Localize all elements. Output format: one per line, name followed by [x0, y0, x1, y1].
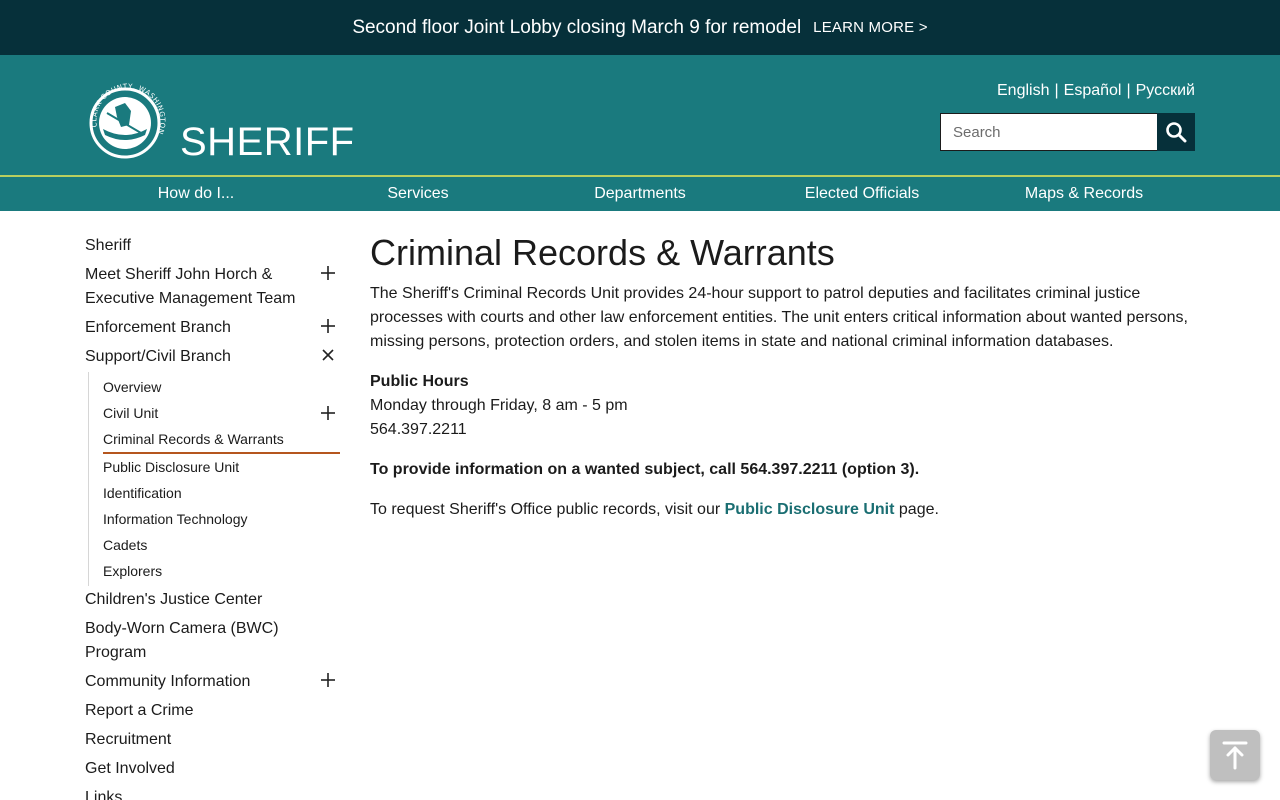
back-to-top-button[interactable] — [1210, 730, 1260, 780]
sidebar-item-label[interactable]: Support/Civil Branch — [85, 348, 231, 365]
sidebar-subitem-public-disclosure[interactable]: Public Disclosure Unit — [103, 454, 340, 480]
sidebar-submenu-support-civil: Overview Civil Unit Criminal Records & W… — [88, 372, 340, 586]
public-hours-heading: Public Hours — [370, 373, 469, 390]
sidebar-item-label[interactable]: Enforcement Branch — [85, 319, 231, 336]
sidebar-subitem-cadets[interactable]: Cadets — [103, 532, 340, 558]
sidebar-item-enforcement-branch[interactable]: Enforcement Branch — [85, 314, 340, 343]
nav-departments[interactable]: Departments — [529, 177, 751, 211]
sidebar-item-label[interactable]: Links — [85, 789, 122, 800]
sidebar-item-label[interactable]: Meet Sheriff John Horch & Executive Mana… — [85, 266, 295, 307]
sidebar-subitem-label[interactable]: Criminal Records & Warrants — [103, 431, 284, 447]
public-records-suffix: page. — [898, 501, 939, 518]
nav-how-do-i[interactable]: How do I... — [85, 177, 307, 211]
search-form — [940, 113, 1195, 151]
clark-county-seal-logo[interactable]: CLARK COUNTY, WASHINGTON — [85, 77, 170, 162]
sidebar-subitem-criminal-records-active[interactable]: Criminal Records & Warrants — [103, 426, 340, 454]
alert-text: Second floor Joint Lobby closing March 9… — [352, 16, 802, 38]
language-spanish-link[interactable]: Español — [1064, 82, 1122, 100]
language-separator: | — [1126, 82, 1131, 99]
language-english-link[interactable]: English — [997, 82, 1049, 100]
alert-banner: Second floor Joint Lobby closing March 9… — [0, 0, 1280, 55]
search-input[interactable] — [940, 113, 1157, 151]
public-hours-text: Monday through Friday, 8 am - 5 pm — [370, 397, 628, 414]
public-records-paragraph: To request Sheriff's Office public recor… — [370, 498, 1195, 522]
plus-icon[interactable] — [320, 318, 336, 334]
main-nav: How do I... Services Departments Elected… — [85, 177, 1195, 211]
nav-elected-officials[interactable]: Elected Officials — [751, 177, 973, 211]
public-hours-block: Public Hours Monday through Friday, 8 am… — [370, 370, 1195, 442]
sidebar-subitem-label[interactable]: Overview — [103, 379, 161, 395]
plus-icon[interactable] — [320, 672, 336, 688]
language-separator: | — [1054, 82, 1059, 99]
sidebar-item-community-information[interactable]: Community Information — [85, 668, 340, 697]
site-brand-title[interactable]: SHERIFF — [180, 120, 355, 165]
sidebar-item-support-civil-branch[interactable]: Support/Civil Branch — [85, 343, 340, 372]
sidebar-subitem-label[interactable]: Cadets — [103, 537, 147, 553]
sidebar-subitem-label[interactable]: Civil Unit — [103, 405, 158, 421]
search-button[interactable] — [1157, 113, 1195, 151]
alert-learn-more-link[interactable]: LEARN MORE > — [813, 19, 928, 36]
sidebar-item-childrens-justice-center[interactable]: Children's Justice Center — [85, 586, 340, 615]
sidebar-subitem-label[interactable]: Identification — [103, 485, 182, 501]
sidebar-item-label[interactable]: Recruitment — [85, 731, 171, 748]
sidebar-item-meet-sheriff[interactable]: Meet Sheriff John Horch & Executive Mana… — [85, 261, 340, 314]
sidebar-item-links[interactable]: Links — [85, 784, 340, 800]
site-header: CLARK COUNTY, WASHINGTON SHERIFF English… — [0, 55, 1280, 175]
close-icon[interactable] — [320, 347, 336, 363]
public-disclosure-unit-link[interactable]: Public Disclosure Unit — [725, 501, 895, 518]
sidebar-subitem-overview[interactable]: Overview — [103, 374, 340, 400]
sidebar-item-sheriff[interactable]: Sheriff — [85, 232, 340, 261]
wanted-subject-text: To provide information on a wanted subje… — [370, 461, 920, 478]
sidebar-item-label[interactable]: Body-Worn Camera (BWC) Program — [85, 620, 279, 661]
page-title: Criminal Records & Warrants — [370, 232, 835, 273]
language-russian-link[interactable]: Русский — [1136, 82, 1195, 100]
wanted-subject-notice: To provide information on a wanted subje… — [370, 458, 1195, 482]
sidebar-item-label[interactable]: Report a Crime — [85, 702, 193, 719]
sidebar-item-body-worn-camera[interactable]: Body-Worn Camera (BWC) Program — [85, 615, 340, 668]
sidebar-item-label[interactable]: Children's Justice Center — [85, 591, 262, 608]
sidebar-item-recruitment[interactable]: Recruitment — [85, 726, 340, 755]
search-icon — [1166, 122, 1187, 143]
main-content: Criminal Records & Warrants The Sheriff'… — [370, 232, 1195, 538]
arrow-up-to-line-icon — [1222, 741, 1248, 770]
sidebar-item-report-a-crime[interactable]: Report a Crime — [85, 697, 340, 726]
nav-maps-records[interactable]: Maps & Records — [973, 177, 1195, 211]
sidebar-item-label[interactable]: Sheriff — [85, 237, 131, 254]
sidebar-item-label[interactable]: Get Involved — [85, 760, 175, 777]
sidebar-item-label[interactable]: Community Information — [85, 673, 250, 690]
sidebar-item-get-involved[interactable]: Get Involved — [85, 755, 340, 784]
language-switcher: English | Español | Русский — [997, 82, 1195, 100]
sidebar-subitem-information-technology[interactable]: Information Technology — [103, 506, 340, 532]
public-hours-phone: 564.397.2211 — [370, 421, 467, 438]
sidebar-subitem-label[interactable]: Explorers — [103, 563, 162, 579]
nav-services[interactable]: Services — [307, 177, 529, 211]
plus-icon[interactable] — [320, 265, 336, 281]
sidebar-subitem-label[interactable]: Information Technology — [103, 511, 248, 527]
sidebar-subitem-explorers[interactable]: Explorers — [103, 558, 340, 584]
intro-paragraph: The Sheriff's Criminal Records Unit prov… — [370, 285, 1188, 350]
sidebar-subitem-label[interactable]: Public Disclosure Unit — [103, 459, 239, 475]
sidebar-subitem-identification[interactable]: Identification — [103, 480, 340, 506]
section-sidebar-nav: Sheriff Meet Sheriff John Horch & Execut… — [85, 232, 340, 800]
sidebar-subitem-civil-unit[interactable]: Civil Unit — [103, 400, 340, 426]
public-records-prefix: To request Sheriff's Office public recor… — [370, 501, 721, 518]
plus-icon[interactable] — [320, 405, 336, 421]
